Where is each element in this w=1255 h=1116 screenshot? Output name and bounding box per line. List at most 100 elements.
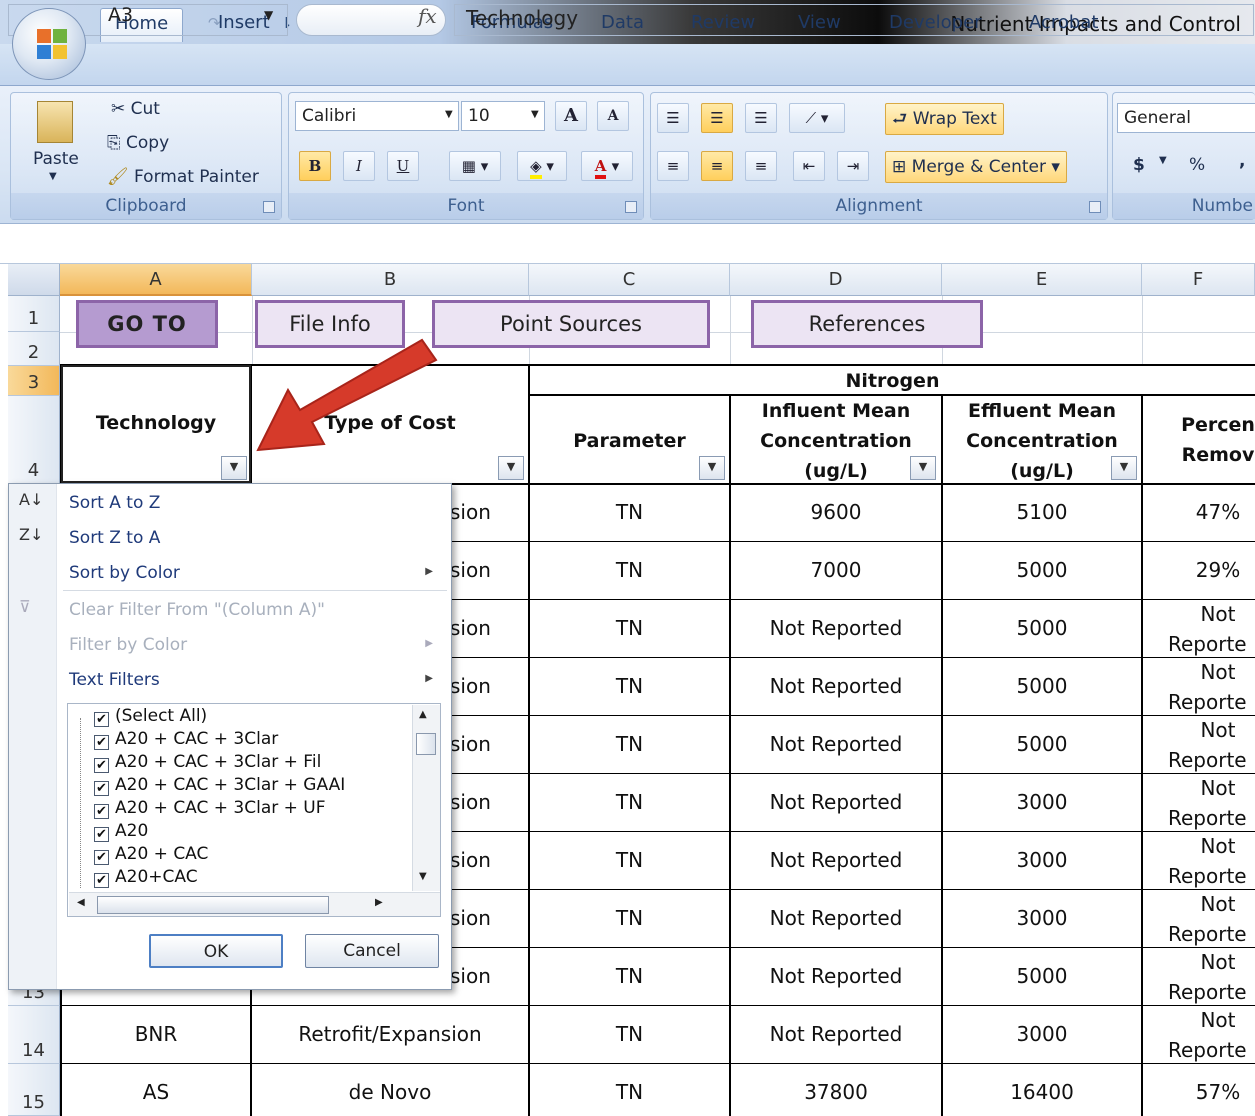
table-cell-c[interactable]: TN bbox=[530, 1080, 729, 1104]
table-cell-d[interactable]: 9600 bbox=[731, 500, 941, 524]
table-cell-b[interactable]: sion bbox=[450, 500, 491, 524]
table-cell-b[interactable]: sion bbox=[450, 674, 491, 698]
align-center-icon[interactable]: ≡ bbox=[701, 151, 733, 181]
filter-dropdown-influent[interactable]: ▼ bbox=[910, 456, 936, 480]
borders-button[interactable]: ▦ ▾ bbox=[449, 151, 501, 181]
table-cell-e[interactable]: 16400 bbox=[943, 1080, 1141, 1104]
table-cell-e[interactable]: 3000 bbox=[943, 848, 1141, 872]
table-cell-f-line-1[interactable]: Not bbox=[1143, 834, 1255, 858]
filter-dropdown-parameter[interactable]: ▼ bbox=[699, 456, 725, 480]
grow-font-button[interactable]: A bbox=[555, 101, 587, 131]
table-cell-c[interactable]: TN bbox=[530, 1022, 729, 1046]
filter-checkbox-item[interactable]: ✔ A20 + CAC + 3Clar + GAAI bbox=[94, 774, 345, 796]
wrap-text-button[interactable]: ⮐ Wrap Text bbox=[885, 103, 1004, 135]
column-header-e[interactable]: E bbox=[942, 264, 1142, 296]
sort-by-color-item[interactable]: Sort by Color bbox=[69, 563, 180, 583]
merge-center-button[interactable]: ⊞ Merge & Center ▾ bbox=[885, 151, 1067, 183]
italic-button[interactable]: I bbox=[343, 151, 375, 181]
row-header-2[interactable]: 2 bbox=[8, 332, 60, 366]
comma-button[interactable]: , bbox=[1239, 151, 1245, 171]
row-header-15[interactable]: 15 bbox=[8, 1064, 60, 1116]
cancel-button[interactable]: Cancel bbox=[305, 934, 439, 968]
table-cell-f-line-1[interactable]: Not bbox=[1143, 776, 1255, 800]
table-cell-d[interactable]: Not Reported bbox=[731, 848, 941, 872]
format-painter-button[interactable]: 🖌 Format Painter bbox=[107, 167, 259, 187]
filter-dropdown-technology[interactable]: ▼ bbox=[221, 456, 247, 480]
table-cell-f-line-2[interactable]: Reporte bbox=[1168, 922, 1247, 946]
table-cell-e[interactable]: 5000 bbox=[943, 964, 1141, 988]
column-header-b[interactable]: B bbox=[252, 264, 529, 296]
percent-button[interactable]: % bbox=[1189, 155, 1205, 175]
table-cell-d[interactable]: Not Reported bbox=[731, 906, 941, 930]
table-cell-f-line-1[interactable]: Not bbox=[1143, 602, 1255, 626]
table-cell-f-line-1[interactable]: Not bbox=[1143, 660, 1255, 684]
clear-filter-item[interactable]: Clear Filter From "(Column A)" bbox=[69, 600, 325, 620]
table-cell-f-line-2[interactable]: Reporte bbox=[1168, 864, 1247, 888]
align-left-icon[interactable]: ≡ bbox=[657, 151, 689, 181]
filter-checkbox-item[interactable]: ✔ A20 + CAC + 3Clar + Fil bbox=[94, 751, 321, 773]
font-name-box[interactable]: Calibri bbox=[295, 101, 459, 131]
column-header-a[interactable]: A bbox=[60, 264, 252, 296]
table-cell-c[interactable]: TN bbox=[530, 558, 729, 582]
table-cell-d[interactable]: Not Reported bbox=[731, 674, 941, 698]
table-cell-f-line-2[interactable]: Reporte bbox=[1168, 748, 1247, 772]
copy-button[interactable]: ⎘ Copy bbox=[107, 133, 169, 153]
sort-z-to-a-item[interactable]: Sort Z to A bbox=[69, 528, 160, 548]
column-header-f[interactable]: F bbox=[1142, 264, 1255, 296]
table-cell-f-line-2[interactable]: Reporte bbox=[1168, 632, 1247, 656]
table-cell-b[interactable]: sion bbox=[450, 964, 491, 988]
table-cell-c[interactable]: TN bbox=[530, 906, 729, 930]
number-format-box[interactable]: General bbox=[1117, 103, 1255, 133]
table-cell-e[interactable]: 5000 bbox=[943, 616, 1141, 640]
paste-dropdown-icon[interactable]: ▼ bbox=[49, 171, 57, 182]
table-cell-e[interactable]: 3000 bbox=[943, 790, 1141, 814]
paste-icon[interactable] bbox=[37, 101, 73, 143]
text-filters-item[interactable]: Text Filters bbox=[69, 670, 160, 690]
table-cell-b[interactable]: de Novo bbox=[252, 1080, 528, 1104]
table-cell-e[interactable]: 5100 bbox=[943, 500, 1141, 524]
font-name-dropdown-icon[interactable]: ▼ bbox=[445, 109, 453, 120]
filter-checkbox-select-all[interactable]: ✔ (Select All) bbox=[94, 705, 207, 727]
fill-color-button[interactable]: ◈ ▾ bbox=[517, 151, 567, 181]
filter-values-list[interactable]: ✔ (Select All) ✔ A20 + CAC + 3Clar ✔ A20 + … bbox=[67, 703, 441, 917]
select-all-corner[interactable] bbox=[8, 264, 60, 296]
filter-checkbox-item[interactable]: ✔ A20 bbox=[94, 820, 148, 842]
office-button[interactable] bbox=[12, 8, 86, 80]
point-sources-button[interactable]: Point Sources bbox=[432, 300, 710, 348]
filter-checkbox-item[interactable]: ✔ A20 + CAC + 3Clar bbox=[94, 728, 278, 750]
name-box-dropdown-icon[interactable]: ▼ bbox=[264, 8, 273, 22]
scroll-up-icon[interactable]: ▲ bbox=[419, 709, 427, 720]
table-cell-b[interactable]: sion bbox=[450, 790, 491, 814]
table-cell-f-line-1[interactable]: Not bbox=[1143, 892, 1255, 916]
align-right-icon[interactable]: ≡ bbox=[745, 151, 777, 181]
references-button[interactable]: References bbox=[751, 300, 983, 348]
table-cell-f-line-2[interactable]: Reporte bbox=[1168, 690, 1247, 714]
paste-button[interactable]: Paste bbox=[33, 149, 79, 169]
clipboard-launcher-icon[interactable] bbox=[263, 201, 275, 213]
orientation-icon[interactable]: ⟋ ▾ bbox=[789, 103, 845, 133]
shrink-font-button[interactable]: A bbox=[597, 101, 629, 131]
table-cell-e[interactable]: 5000 bbox=[943, 674, 1141, 698]
table-cell-c[interactable]: TN bbox=[530, 790, 729, 814]
font-color-button[interactable]: A ▾ bbox=[581, 151, 633, 181]
table-cell-f[interactable]: 57% bbox=[1143, 1080, 1255, 1104]
table-cell-f-line-1[interactable]: Not bbox=[1143, 950, 1255, 974]
horizontal-scrollbar[interactable]: ◀ ▶ bbox=[69, 892, 440, 916]
table-cell-f-line-2[interactable]: Reporte bbox=[1168, 806, 1247, 830]
table-cell-f-line-1[interactable]: Not bbox=[1143, 1008, 1255, 1032]
table-cell-d[interactable]: 7000 bbox=[731, 558, 941, 582]
table-cell-d[interactable]: Not Reported bbox=[731, 616, 941, 640]
currency-button[interactable]: $ bbox=[1133, 155, 1145, 175]
bold-button[interactable]: B bbox=[299, 151, 331, 181]
increase-indent-icon[interactable]: ⇥ bbox=[837, 151, 869, 181]
scroll-left-icon[interactable]: ◀ bbox=[77, 897, 85, 908]
align-middle-icon[interactable]: ☰ bbox=[701, 103, 733, 133]
filter-checkbox-item[interactable]: ✔ A20 + CAC bbox=[94, 843, 208, 865]
table-cell-e[interactable]: 5000 bbox=[943, 558, 1141, 582]
table-cell-e[interactable]: 3000 bbox=[943, 1022, 1141, 1046]
row-header-1[interactable]: 1 bbox=[8, 296, 60, 332]
goto-button[interactable]: GO TO bbox=[76, 300, 218, 348]
filter-dropdown-effluent[interactable]: ▼ bbox=[1111, 456, 1137, 480]
table-cell-c[interactable]: TN bbox=[530, 500, 729, 524]
table-cell-c[interactable]: TN bbox=[530, 732, 729, 756]
